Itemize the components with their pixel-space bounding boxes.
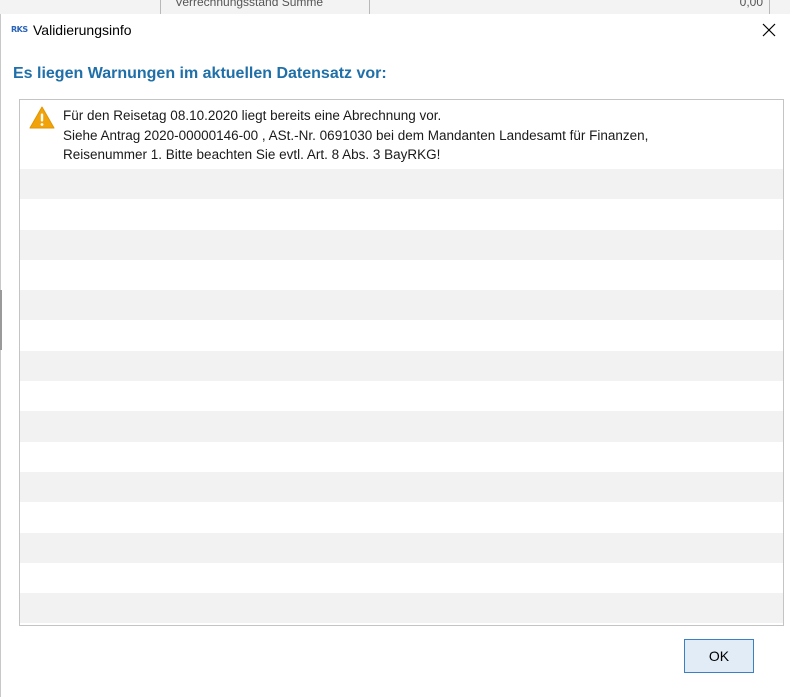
empty-row [20, 199, 783, 229]
empty-row [20, 411, 783, 442]
warning-list[interactable]: Für den Reisetag 08.10.2020 liegt bereit… [19, 99, 784, 626]
empty-row [20, 350, 783, 382]
warning-message: Für den Reisetag 08.10.2020 liegt bereit… [63, 106, 648, 165]
validation-dialog: RKS Validierungsinfo Es liegen Warnungen… [0, 14, 790, 697]
warning-icon [29, 106, 55, 129]
title-bar[interactable]: RKS Validierungsinfo [1, 14, 790, 46]
empty-row [20, 532, 783, 563]
warning-line: Reisenummer 1. Bitte beachten Sie evtl. … [63, 147, 441, 162]
app-icon: RKS [11, 25, 28, 34]
empty-row [20, 320, 783, 350]
empty-row [20, 260, 783, 290]
empty-row [20, 290, 783, 321]
list-item[interactable]: Für den Reisetag 08.10.2020 liegt bereit… [20, 100, 783, 169]
empty-row [20, 442, 783, 472]
warning-line: Für den Reisetag 08.10.2020 liegt bereit… [63, 108, 442, 123]
empty-row [20, 471, 783, 503]
warning-line: Siehe Antrag 2020-00000146-00 , ASt.-Nr.… [63, 127, 649, 143]
background-cell-value: 0,00 [700, 0, 770, 14]
background-window-edge [0, 290, 2, 350]
ok-button[interactable]: OK [684, 639, 754, 673]
warning-heading: Es liegen Warnungen im aktuellen Datensa… [13, 65, 387, 82]
close-button[interactable] [756, 17, 782, 43]
background-window-strip: Verrechnungsstand Summe 0,00 [0, 0, 790, 14]
window-title: Validierungsinfo [33, 22, 132, 38]
close-icon [762, 23, 776, 37]
empty-row [20, 381, 783, 411]
empty-row [20, 563, 783, 593]
empty-row [20, 593, 783, 624]
empty-row [20, 229, 783, 260]
empty-rows [20, 169, 783, 624]
empty-row [20, 169, 783, 200]
background-cell-label: Verrechnungsstand Summe [160, 0, 370, 14]
empty-row [20, 502, 783, 532]
